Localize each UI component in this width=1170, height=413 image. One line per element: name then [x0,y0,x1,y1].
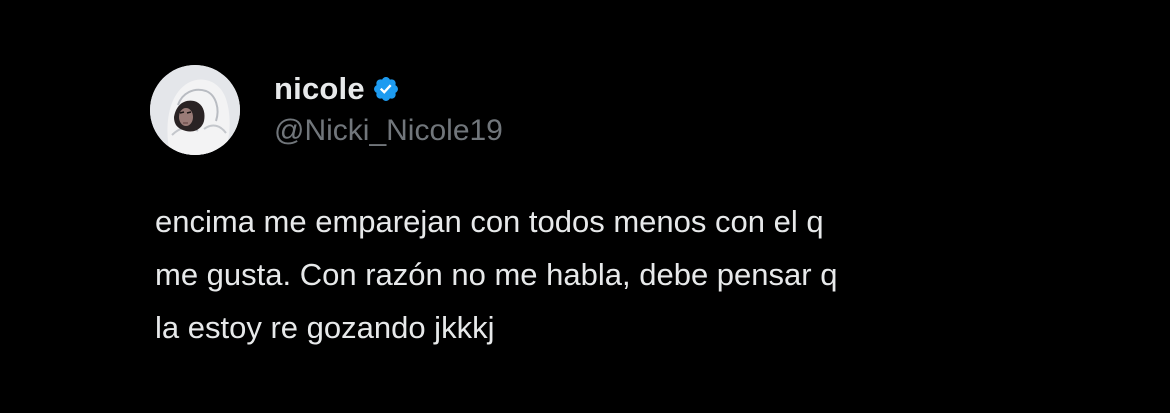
verified-badge-icon[interactable] [372,75,400,103]
author-names: nicole @Nicki_Nicole19 [274,69,503,151]
avatar-image [150,65,240,155]
avatar[interactable] [150,65,240,155]
tweet-text-line: me gusta. Con razón no me habla, debe pe… [155,257,838,292]
tweet-text-line: encima me emparejan con todos menos con … [155,204,824,239]
display-name[interactable]: nicole [274,71,365,107]
tweet-text-line: la estoy re gozando jkkkj [155,310,495,345]
tweet-header: nicole @Nicki_Nicole19 [150,58,503,162]
tweet-text: encima me emparejan con todos menos con … [155,195,1055,354]
tweet-card: nicole @Nicki_Nicole19 encima me emparej… [0,0,1170,413]
author-handle[interactable]: @Nicki_Nicole19 [274,111,503,151]
display-name-row: nicole [274,69,503,109]
